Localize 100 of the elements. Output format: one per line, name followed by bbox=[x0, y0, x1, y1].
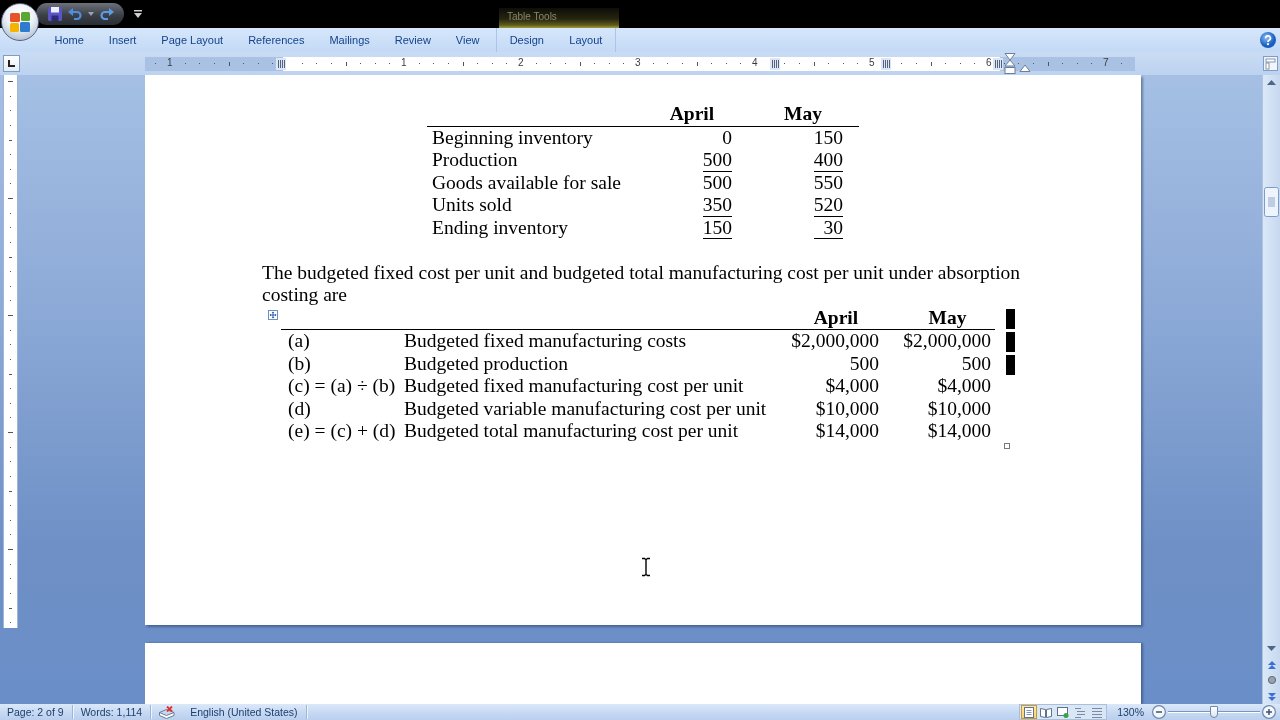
scroll-down-arrow-icon[interactable] bbox=[1267, 646, 1276, 651]
row-label: Production bbox=[432, 149, 518, 170]
view-button[interactable] bbox=[1038, 705, 1055, 719]
save-icon[interactable] bbox=[48, 7, 62, 21]
table-cell: $14,000 bbox=[927, 420, 991, 442]
tab-selector-button[interactable] bbox=[3, 55, 20, 72]
row-label: Ending inventory bbox=[432, 216, 568, 238]
column-marker-icon[interactable] bbox=[881, 58, 891, 70]
table-cell: 30 bbox=[813, 216, 843, 239]
text-cursor-icon bbox=[641, 557, 651, 577]
table-cell: 150 bbox=[813, 126, 843, 148]
ribbon-tab[interactable]: Design bbox=[503, 28, 550, 52]
table-cell: $2,000,000 bbox=[903, 330, 991, 352]
left-tab-icon bbox=[8, 60, 15, 67]
column-header: May bbox=[784, 103, 822, 124]
next-page-icon[interactable] bbox=[1267, 693, 1276, 701]
table-cell: $2,000,000 bbox=[791, 330, 879, 352]
column-header: April bbox=[669, 103, 715, 124]
table-cell: $10,000 bbox=[815, 397, 879, 419]
undo-icon[interactable] bbox=[68, 8, 82, 20]
slider-thumb[interactable] bbox=[1210, 706, 1218, 718]
ruler-number: 6 bbox=[986, 57, 992, 70]
table-cell: 0 bbox=[722, 126, 732, 148]
row-reference: (d) bbox=[288, 397, 311, 419]
row-label: Budgeted production bbox=[404, 352, 569, 374]
zoom-slider[interactable] bbox=[1168, 705, 1260, 719]
language[interactable]: English (United States) bbox=[190, 704, 298, 720]
scroll-up-arrow-icon[interactable] bbox=[1267, 80, 1276, 85]
customize-caret-icon[interactable] bbox=[134, 10, 142, 18]
row-label: Budgeted variable manufacturing cost per unit bbox=[404, 397, 767, 419]
ribbon-tab[interactable]: Home bbox=[42, 28, 97, 52]
indent-marker-icon[interactable] bbox=[1004, 53, 1016, 74]
row-label: Budgeted total manufacturing cost per unit bbox=[404, 420, 739, 441]
ruler-toggle-icon[interactable] bbox=[1263, 56, 1278, 71]
lines-icon bbox=[1091, 706, 1104, 718]
ruler-number: 1 bbox=[167, 57, 173, 70]
row-reference: (a) bbox=[288, 330, 310, 351]
table-cell: $14,000 bbox=[815, 420, 879, 442]
ruler-number: 3 bbox=[635, 57, 641, 70]
table-cell: $4,000 bbox=[825, 375, 879, 397]
ruler-number: 7 bbox=[1103, 57, 1109, 70]
table-cell: $10,000 bbox=[927, 397, 991, 419]
browse-object-icon[interactable] bbox=[1267, 676, 1276, 684]
table-cell: $4,000 bbox=[937, 375, 991, 397]
ribbon-tab[interactable]: References bbox=[235, 28, 317, 52]
row-label: Goods available for sale bbox=[432, 171, 621, 193]
row-reference: (e) = (c) + (d) bbox=[288, 420, 396, 441]
table-cell: 550 bbox=[813, 171, 843, 193]
view-button[interactable] bbox=[1021, 705, 1038, 719]
ruler-number: 2 bbox=[518, 57, 524, 70]
office-logo-icon bbox=[9, 11, 31, 33]
table-cell: 500 bbox=[961, 352, 991, 374]
row-label: Budgeted fixed manufacturing costs bbox=[404, 330, 687, 351]
redo-icon[interactable] bbox=[100, 8, 114, 20]
ruler-number: 1 bbox=[401, 57, 407, 70]
zoom-out-icon[interactable] bbox=[1152, 705, 1166, 719]
body-text: The budgeted fixed cost per unit and budgeted total manufacturing cost per unit under absorption costing are bbox=[262, 261, 1022, 307]
table-cell: 500 bbox=[702, 171, 732, 193]
zoom-in-icon[interactable] bbox=[1262, 705, 1276, 719]
ribbon-tab[interactable]: Page Layout bbox=[148, 28, 236, 52]
row-reference: (c) = (a) ÷ (b) bbox=[288, 375, 396, 396]
office-button[interactable] bbox=[1, 3, 39, 41]
zoom-level[interactable]: 130% bbox=[1117, 704, 1144, 720]
row-label: Units sold bbox=[432, 194, 512, 215]
column-marker-icon[interactable] bbox=[993, 58, 1003, 70]
column-marker-icon[interactable] bbox=[770, 58, 780, 70]
contextual-group-title: Table Tools bbox=[499, 8, 619, 28]
help-icon[interactable] bbox=[1260, 32, 1276, 48]
caret-icon[interactable] bbox=[88, 12, 94, 16]
row-label: Budgeted fixed manufacturing cost per unit bbox=[404, 375, 744, 396]
column-header: May bbox=[928, 306, 967, 328]
resize-handle-icon[interactable] bbox=[1004, 442, 1010, 449]
ribbon-tab[interactable]: View bbox=[443, 28, 492, 52]
row-label: Beginning inventory bbox=[432, 126, 593, 148]
proofing-book-icon[interactable] bbox=[159, 705, 176, 719]
row-reference: (b) bbox=[288, 352, 311, 374]
page-icon bbox=[1023, 706, 1036, 718]
ruler-number: 4 bbox=[752, 57, 758, 70]
previous-page-icon[interactable] bbox=[1267, 661, 1276, 669]
move-handle-icon[interactable] bbox=[268, 309, 278, 320]
table-cell: 520 bbox=[813, 194, 843, 217]
column-marker-icon[interactable] bbox=[276, 58, 286, 70]
right-indent-marker-icon[interactable] bbox=[1019, 64, 1031, 72]
web-page-icon bbox=[1057, 706, 1070, 718]
table-cell: 150 bbox=[702, 216, 732, 239]
table-cell: 500 bbox=[702, 149, 732, 172]
table-cell: 500 bbox=[849, 352, 879, 374]
table-cell: 350 bbox=[702, 194, 732, 217]
page-count: Page: 2 of 9 bbox=[7, 705, 64, 720]
scroll-thumb[interactable] bbox=[1264, 187, 1279, 217]
word-count: Words: 1,114 bbox=[80, 705, 143, 720]
column-header: April bbox=[813, 306, 859, 328]
table-cell: 400 bbox=[813, 149, 843, 172]
ribbon-tab[interactable]: Insert bbox=[96, 28, 149, 52]
open-book-icon bbox=[1040, 706, 1053, 718]
ribbon-tab[interactable]: Layout bbox=[563, 28, 609, 52]
ribbon-tab[interactable]: Mailings bbox=[316, 28, 383, 52]
ribbon-tab[interactable]: Review bbox=[382, 28, 444, 52]
ruler-number: 5 bbox=[869, 57, 875, 70]
outline-list-icon bbox=[1074, 706, 1087, 718]
